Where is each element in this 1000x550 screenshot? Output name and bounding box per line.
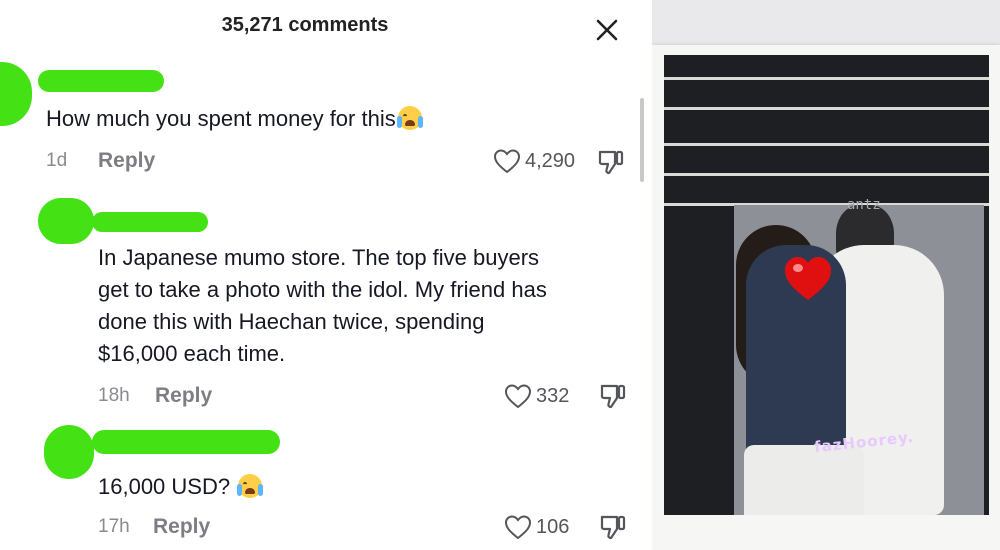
comment-line: In Japanese mumo store. The top five buy… [98, 245, 540, 270]
like-button[interactable]: 332 [504, 383, 569, 409]
comment-text: 16,000 USD? [98, 471, 264, 503]
ceiling-light [664, 143, 989, 146]
reply-button[interactable]: Reply [153, 515, 210, 539]
dislike-icon[interactable] [598, 513, 628, 541]
like-button[interactable]: 4,290 [493, 148, 575, 174]
comment-line: get to take a photo with the idol. My fr… [98, 277, 547, 302]
heart-outline-icon [504, 515, 532, 540]
white-skirt [744, 445, 864, 515]
loudly-crying-face-icon [237, 474, 264, 498]
username-redaction [38, 70, 164, 92]
comments-count-title: 35,271 comments [221, 14, 389, 36]
comment-timestamp: 18h [98, 385, 130, 406]
like-button[interactable]: 106 [504, 514, 569, 540]
username-redaction [92, 430, 280, 454]
polaroid-photo: antz fazHoorey. [664, 55, 989, 515]
avatar-redaction [44, 425, 94, 479]
heart-outline-icon [504, 384, 532, 409]
username-redaction [92, 212, 208, 232]
loudly-crying-face-icon [396, 106, 423, 130]
like-count: 332 [536, 384, 570, 407]
red-heart-icon [785, 257, 831, 300]
comment-timestamp: 17h [98, 516, 130, 537]
photo-watermark: antz [847, 197, 881, 213]
comment-body: 16,000 USD? [98, 474, 231, 499]
comment-line: $16,000 each time. [98, 341, 286, 366]
comment-line: done this with Haechan twice, spending [98, 309, 485, 334]
comment-timestamp: 1d [46, 150, 68, 171]
dislike-icon[interactable] [598, 382, 628, 410]
ceiling-light [664, 173, 989, 176]
comments-panel: 35,271 comments How much you spent money… [0, 0, 652, 550]
ceiling-light [664, 107, 989, 110]
like-count: 106 [536, 515, 570, 538]
reply-button[interactable]: Reply [155, 384, 212, 408]
polaroid-frame: antz fazHoorey. [652, 45, 1000, 550]
close-icon[interactable] [594, 17, 620, 43]
like-count: 4,290 [525, 149, 576, 172]
avatar-redaction [0, 62, 32, 126]
avatar-redaction [38, 198, 94, 244]
photo-panel: antz fazHoorey. [652, 0, 1000, 550]
heart-outline-icon [493, 149, 521, 174]
scrollbar[interactable] [640, 98, 644, 182]
comment-body: How much you spent money for this [46, 106, 396, 131]
dislike-icon[interactable] [596, 148, 626, 176]
reply-button[interactable]: Reply [98, 149, 155, 173]
ceiling-light [664, 77, 989, 80]
comment-text: How much you spent money for this [46, 103, 423, 135]
comment-text: In Japanese mumo store. The top five buy… [98, 242, 547, 370]
